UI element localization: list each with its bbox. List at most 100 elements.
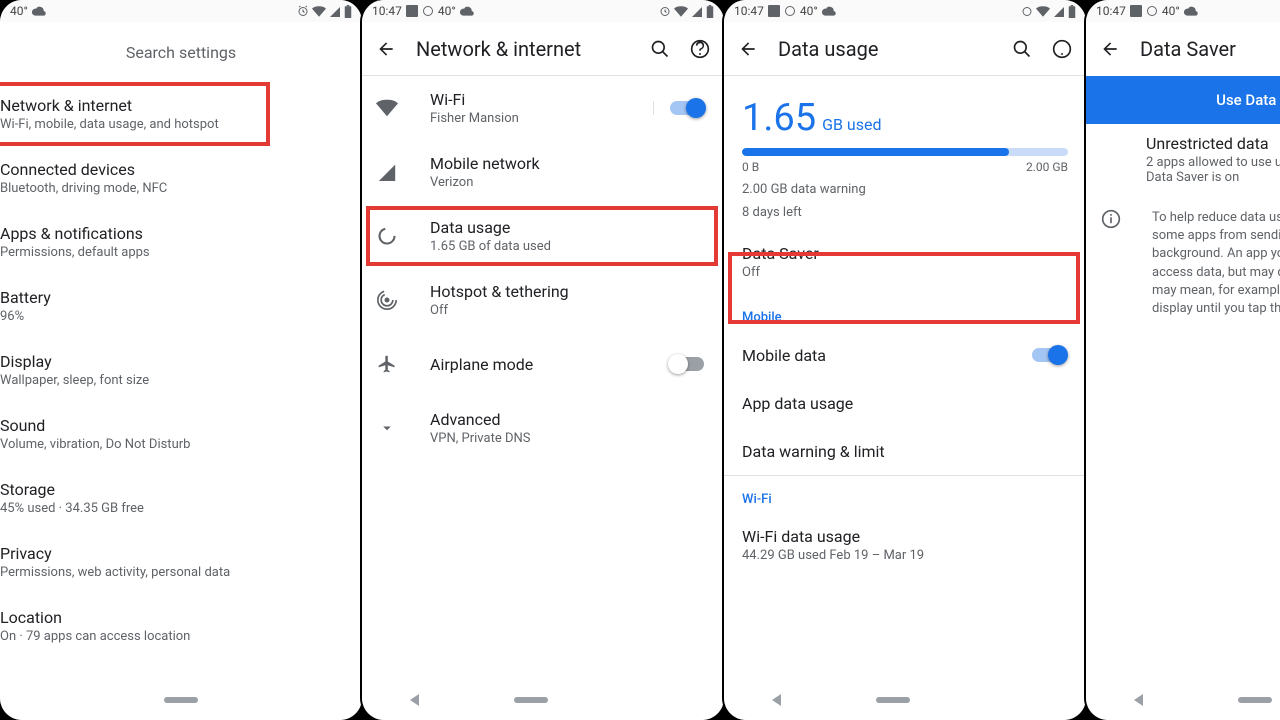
airplane-toggle[interactable] xyxy=(670,357,704,371)
usage-warning: 2.00 GB data warning xyxy=(742,182,1068,197)
status-bar: 10:47 40° xyxy=(362,0,724,22)
nav-back[interactable] xyxy=(410,694,419,706)
usage-bar-fill xyxy=(742,148,1009,156)
page-title: Data usage xyxy=(778,37,992,61)
item-hotspot[interactable]: Hotspot & tethering Off xyxy=(362,268,724,332)
item-display[interactable]: Display Wallpaper, sleep, font size xyxy=(0,338,362,402)
image-icon xyxy=(768,5,780,17)
search-icon[interactable] xyxy=(650,39,670,59)
info-icon xyxy=(1101,209,1121,229)
circle-icon xyxy=(1146,5,1158,17)
item-airplane[interactable]: Airplane mode xyxy=(362,332,724,396)
wifi-icon xyxy=(376,99,398,117)
item-mobile-network[interactable]: Mobile network Verizon xyxy=(362,140,724,204)
signal-icon xyxy=(1053,6,1065,17)
status-bar: 10:47 40° xyxy=(724,0,1086,22)
item-mobile-data[interactable]: Mobile data xyxy=(724,331,1086,379)
mobile-data-toggle[interactable] xyxy=(1032,348,1066,362)
item-data-warning-limit[interactable]: Data warning & limit xyxy=(724,427,1086,475)
item-battery[interactable]: Battery 96% xyxy=(0,274,362,338)
item-sound[interactable]: Sound Volume, vibration, Do Not Disturb xyxy=(0,402,362,466)
item-unrestricted-data[interactable]: Unrestricted data 2 apps allowed to use … xyxy=(1086,124,1280,195)
usage-days-left: 8 days left xyxy=(742,205,1068,220)
nav-bar xyxy=(0,680,362,720)
info-text: To help reduce data usage, Data Saver pr… xyxy=(1152,209,1280,318)
image-icon xyxy=(406,5,418,17)
section-wifi: Wi-Fi xyxy=(724,476,1086,513)
row-sub: Wi-Fi, mobile, data usage, and hotspot xyxy=(0,117,346,132)
alarm-icon xyxy=(1021,5,1033,17)
wifi-toggle[interactable] xyxy=(670,101,704,115)
usage-summary: 1.65 GB used 0 B 2.00 GB 2.00 GB data wa… xyxy=(724,76,1086,230)
item-wifi[interactable]: Wi-Fi Fisher Mansion xyxy=(362,76,724,140)
nav-bar xyxy=(724,680,1086,720)
app-bar: Data usage xyxy=(724,22,1086,76)
screen-data-usage: 10:47 40° Data usage 1.65 GB used 0 B 2.… xyxy=(724,0,1086,720)
status-time: 10:47 xyxy=(372,4,402,18)
item-advanced[interactable]: Advanced VPN, Private DNS xyxy=(362,396,724,460)
section-mobile: Mobile xyxy=(724,294,1086,331)
item-app-data-usage[interactable]: App data usage xyxy=(724,379,1086,427)
item-apps-notifications[interactable]: Apps & notifications Permissions, defaul… xyxy=(0,210,362,274)
item-storage[interactable]: Storage 45% used · 34.35 GB free xyxy=(0,466,362,530)
item-privacy[interactable]: Privacy Permissions, web activity, perso… xyxy=(0,530,362,594)
status-temp: 40° xyxy=(438,4,456,18)
item-network-internet[interactable]: Network & internet Wi-Fi, mobile, data u… xyxy=(0,82,362,146)
back-icon[interactable] xyxy=(1100,39,1120,59)
image-icon xyxy=(1130,5,1142,17)
screen-network-internet: 10:47 40° Network & internet Wi-Fi Fishe… xyxy=(362,0,724,720)
search-placeholder: Search settings xyxy=(126,43,236,62)
alarm-icon xyxy=(297,5,309,17)
help-icon[interactable] xyxy=(690,39,710,59)
wifi-icon xyxy=(674,6,688,17)
nav-back[interactable] xyxy=(772,694,781,706)
use-data-saver-banner[interactable]: Use Data Saver xyxy=(1086,76,1280,124)
wifi-icon xyxy=(312,6,326,17)
signal-icon xyxy=(691,6,703,17)
airplane-icon xyxy=(377,354,397,374)
cloud-icon xyxy=(1184,6,1198,16)
page-title: Data Saver xyxy=(1140,37,1280,61)
chevron-down-icon xyxy=(378,419,396,437)
circle-icon xyxy=(422,5,434,17)
usage-max: 2.00 GB xyxy=(1026,160,1068,174)
usage-unit: GB used xyxy=(822,115,881,134)
nav-home-pill[interactable] xyxy=(164,697,198,703)
status-bar: 10:47 40° xyxy=(1086,0,1280,22)
item-connected-devices[interactable]: Connected devices Bluetooth, driving mod… xyxy=(0,146,362,210)
item-wifi-data-usage[interactable]: Wi-Fi data usage 44.29 GB used Feb 19 – … xyxy=(724,513,1086,577)
data-usage-icon xyxy=(377,226,397,246)
back-icon[interactable] xyxy=(376,39,396,59)
search-bar[interactable]: Search settings xyxy=(0,22,362,82)
signal-icon xyxy=(329,6,341,17)
usage-value: 1.65 xyxy=(742,96,816,140)
item-data-usage[interactable]: Data usage 1.65 GB of data used xyxy=(362,204,724,268)
page-title: Network & internet xyxy=(416,37,630,61)
nav-home-pill[interactable] xyxy=(876,697,910,703)
app-bar: Network & internet xyxy=(362,22,724,76)
cloud-icon xyxy=(822,6,836,16)
row-title: Network & internet xyxy=(0,96,346,115)
signal-icon xyxy=(377,163,397,181)
item-location[interactable]: Location On · 79 apps can access locatio… xyxy=(0,594,362,658)
status-temp: 40° xyxy=(10,4,28,18)
screen-settings: 40° Search settings Network & internet W… xyxy=(0,0,362,720)
status-bar: 40° xyxy=(0,0,362,22)
settings-list: Network & internet Wi-Fi, mobile, data u… xyxy=(0,82,362,658)
nav-back[interactable] xyxy=(1134,694,1143,706)
app-bar: Data Saver xyxy=(1086,22,1280,76)
nav-home-pill[interactable] xyxy=(1238,697,1272,703)
help-icon[interactable] xyxy=(1052,39,1072,59)
hotspot-icon xyxy=(377,290,397,310)
back-icon[interactable] xyxy=(738,39,758,59)
battery-icon xyxy=(1068,5,1076,18)
nav-home-pill[interactable] xyxy=(514,697,548,703)
usage-min: 0 B xyxy=(742,160,759,174)
item-data-saver[interactable]: Data Saver Off xyxy=(724,230,1086,294)
search-icon[interactable] xyxy=(1012,39,1032,59)
battery-icon xyxy=(706,5,714,18)
battery-icon xyxy=(344,5,352,18)
cloud-icon xyxy=(32,6,46,16)
nav-bar xyxy=(1086,680,1280,720)
nav-bar xyxy=(362,680,724,720)
